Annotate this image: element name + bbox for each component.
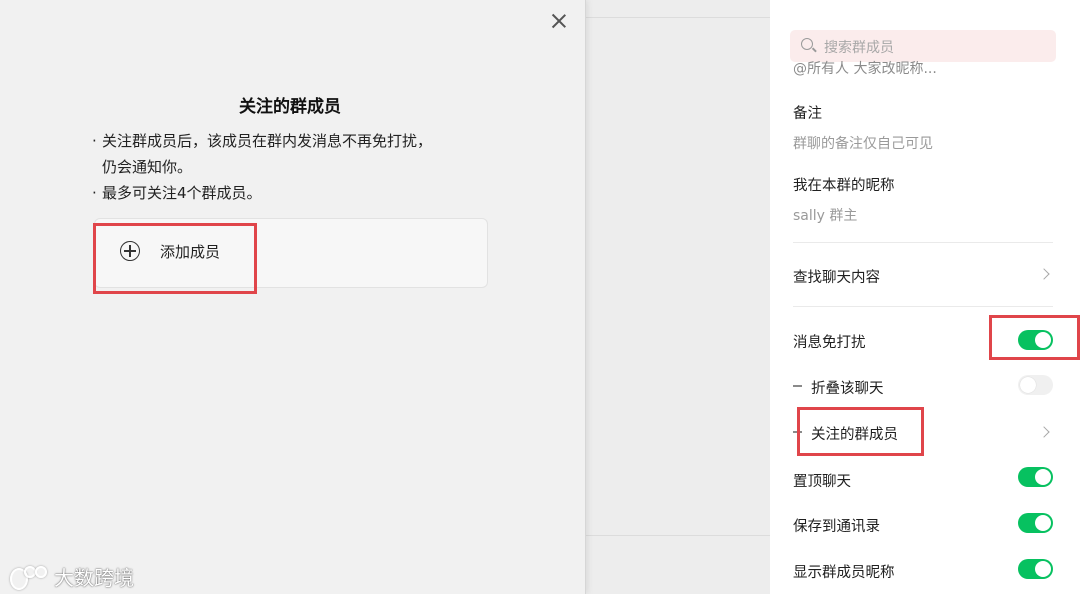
remark-label[interactable]: 备注	[793, 102, 822, 123]
toggle-knob	[1020, 377, 1036, 393]
nickname-label[interactable]: 我在本群的昵称	[793, 174, 895, 195]
nickname-field[interactable]: sally 群主	[793, 205, 857, 225]
divider	[585, 535, 770, 536]
description-line: · 关注群成员后，该成员在群内发消息不再免打扰，	[92, 128, 492, 154]
highlight-box	[797, 407, 924, 456]
pin-chat-label: 置顶聊天	[793, 474, 851, 490]
group-notice-preview: @所有人 大家改昵称...	[793, 60, 1023, 78]
toggle-knob	[1035, 515, 1051, 531]
bullet-dot: ·	[92, 184, 97, 202]
fold-chat-toggle[interactable]	[1018, 375, 1053, 395]
indent-dash-icon	[793, 385, 802, 387]
bullet-dot: ·	[92, 132, 97, 150]
divider	[793, 242, 1053, 243]
search-icon	[801, 38, 813, 50]
remark-field[interactable]: 群聊的备注仅自己可见	[793, 133, 933, 153]
description-line: · 最多可关注4个群成员。	[92, 180, 492, 206]
fold-chat-label: 折叠该聊天	[811, 381, 884, 397]
toggle-knob	[1035, 469, 1051, 485]
divider	[585, 17, 770, 18]
watermark: 大数跨境	[10, 562, 134, 591]
description-text: 最多可关注4个群成员。	[102, 184, 262, 202]
save-to-contacts-label: 保存到通讯录	[793, 519, 880, 535]
watermark-logo-icon	[10, 564, 50, 590]
find-chat-content-label[interactable]: 查找聊天内容	[793, 266, 880, 287]
description-line: 仍会通知你。	[92, 154, 492, 180]
toggle-knob	[1035, 561, 1051, 577]
divider	[793, 306, 1053, 307]
highlight-box	[93, 223, 257, 294]
save-to-contacts-toggle[interactable]	[1018, 513, 1053, 533]
show-nicknames-toggle[interactable]	[1018, 559, 1053, 579]
search-placeholder[interactable]: 搜索群成员	[824, 37, 894, 57]
description-text: 关注群成员后，该成员在群内发消息不再免打扰，	[102, 132, 433, 150]
show-nicknames-label: 显示群成员昵称	[793, 565, 895, 581]
pin-chat-toggle[interactable]	[1018, 467, 1053, 487]
description-text: 仍会通知你。	[102, 158, 193, 176]
mute-notifications-label: 消息免打扰	[793, 335, 866, 351]
bullet-indent	[92, 154, 102, 180]
watermark-text: 大数跨境	[54, 566, 134, 590]
followed-members-dialog: 关注的群成员 · 关注群成员后，该成员在群内发消息不再免打扰， 仍会通知你。 ·…	[0, 0, 586, 594]
highlight-box	[989, 315, 1080, 360]
close-icon[interactable]	[549, 11, 569, 31]
chat-info-panel	[770, 0, 1080, 594]
chat-background	[585, 0, 770, 594]
dialog-description: · 关注群成员后，该成员在群内发消息不再免打扰， 仍会通知你。 · 最多可关注4…	[92, 128, 492, 206]
group-notice-text: @所有人 大家改昵称...	[793, 61, 937, 77]
dialog-title: 关注的群成员	[239, 97, 341, 117]
